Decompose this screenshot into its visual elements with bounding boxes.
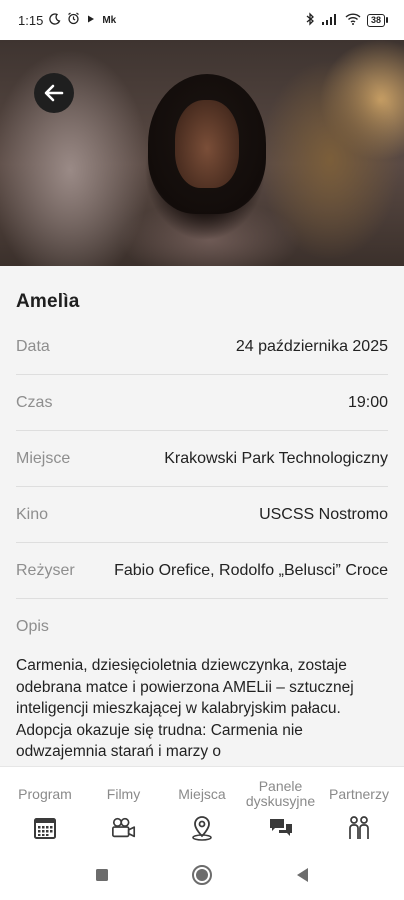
detail-row-time: Czas 19:00 — [16, 375, 388, 431]
nav-item-program[interactable]: Program — [6, 767, 84, 850]
nav-item-places[interactable]: Miejsca — [163, 767, 241, 850]
detail-label: Kino — [16, 505, 49, 523]
home-button[interactable] — [190, 863, 214, 887]
play-icon — [86, 13, 96, 27]
hero-figure-face — [175, 100, 239, 188]
event-title: Amelìa — [16, 291, 80, 312]
signal-icon — [321, 13, 339, 28]
detail-row-date: Data 24 października 2025 — [16, 319, 388, 375]
detail-label: Czas — [16, 393, 53, 411]
bluetooth-icon — [305, 11, 315, 29]
moon-icon — [49, 12, 61, 28]
back-icon — [297, 868, 308, 882]
detail-row-cinema: Kino USCSS Nostromo — [16, 487, 388, 543]
status-right: 38 — [305, 11, 388, 29]
detail-label: Data — [16, 337, 50, 355]
location-pin-icon — [189, 815, 215, 841]
recents-icon — [96, 869, 108, 881]
nav-label: Partnerzy — [329, 785, 389, 802]
nav-label: Program — [18, 785, 72, 802]
status-bar: 1:15 Mk 38 — [0, 0, 404, 40]
status-left: 1:15 Mk — [18, 12, 116, 28]
detail-value: Fabio Orefice, Rodolfo „Belusci” Croce — [114, 561, 388, 579]
back-button[interactable] — [34, 73, 74, 113]
detail-row-place: Miejsce Krakowski Park Technologiczny — [16, 431, 388, 487]
detail-value: 24 października 2025 — [235, 337, 388, 355]
hero-image — [0, 40, 404, 266]
nav-item-panels[interactable]: Panele dyskusyjne — [242, 767, 320, 850]
system-back-button[interactable] — [290, 863, 314, 887]
mk-icon: Mk — [102, 14, 117, 26]
calendar-icon — [32, 815, 58, 841]
status-time: 1:15 — [18, 12, 44, 28]
detail-value: Krakowski Park Technologiczny — [164, 449, 388, 467]
description-text: Carmenia, dziesięcioletnia dziewczynka, … — [16, 657, 354, 760]
bottom-navigation: Program Filmy Miejsca Panele dyskusyjne … — [0, 766, 404, 850]
wifi-icon — [345, 12, 361, 28]
detail-label: Reżyser — [16, 561, 75, 579]
recents-button[interactable] — [90, 863, 114, 887]
nav-item-partners[interactable]: Partnerzy — [320, 767, 398, 850]
nav-label: Filmy — [106, 785, 141, 802]
chat-bubbles-icon — [268, 815, 294, 841]
detail-label: Miejsce — [16, 449, 71, 467]
event-details: Amelìa Data 24 października 2025 Czas 19… — [0, 266, 404, 766]
detail-row-director: Reżyser Fabio Orefice, Rodolfo „Belusci”… — [16, 543, 388, 599]
arrow-left-icon — [44, 84, 64, 102]
system-navigation — [0, 850, 404, 900]
camera-icon — [111, 815, 137, 841]
people-icon — [346, 815, 372, 841]
battery-level: 38 — [366, 13, 385, 27]
nav-label: Panele dyskusyjne — [245, 778, 316, 809]
nav-item-films[interactable]: Filmy — [85, 767, 163, 850]
alarm-icon — [67, 12, 80, 28]
home-icon — [192, 865, 212, 885]
battery-icon: 38 — [366, 13, 388, 27]
nav-label: Miejsca — [178, 785, 226, 802]
detail-value: USCSS Nostromo — [259, 505, 388, 523]
description-label: Opis — [16, 618, 49, 635]
detail-value: 19:00 — [347, 393, 388, 411]
